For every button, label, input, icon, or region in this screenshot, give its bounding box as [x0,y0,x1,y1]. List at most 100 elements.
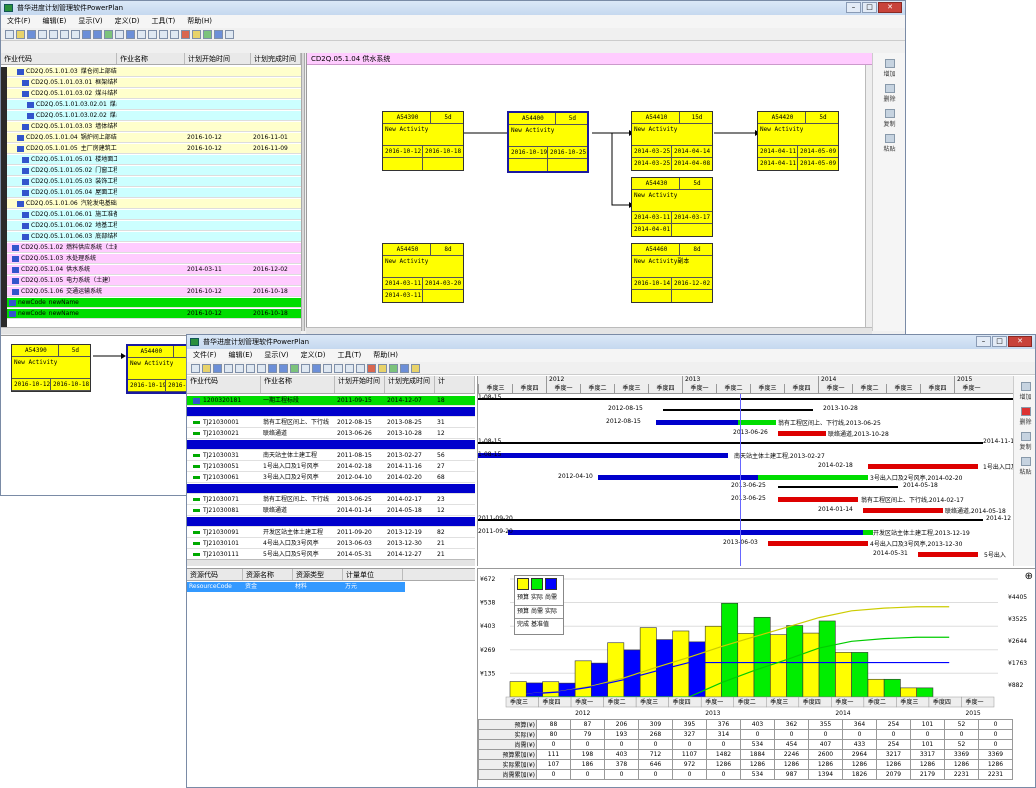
add-button[interactable]: 增加 [873,59,905,78]
critical-bar[interactable] [918,552,978,557]
print-icon[interactable] [38,29,47,39]
indent-icon[interactable] [82,29,91,39]
histogram-bar[interactable] [753,616,771,698]
wbs-row[interactable]: CD2Q.05.1.01.05.04 屋面工程 [7,188,301,198]
histogram-bar[interactable] [786,625,804,698]
activity-row[interactable]: TJ21030091 开发区站主体土建工程 2011-09-20 2013-12-19… [187,528,475,538]
activity-row[interactable]: TJ21030031 南天站主体土建工程 2011-08-15 2013-02-27 5… [187,451,475,461]
paste-button[interactable]: 粘贴 [873,134,905,153]
activity-row[interactable] [187,517,475,527]
menu-tools[interactable]: 工具(T) [152,15,176,28]
wbs-row[interactable]: CD2Q.05.1.01.05.02 门窗工程 [7,166,301,176]
res-col-name[interactable]: 资源名称 [243,569,293,580]
act-hscroll[interactable] [187,559,475,566]
resource-icon[interactable] [192,29,201,39]
activity-node[interactable]: A54390 5d New Activity 2016-10-12 2016-10-18 [382,111,464,171]
col-finish[interactable]: 计划完成时间 [385,376,435,393]
wbs-row[interactable]: CD2Q.05.1.06 交通运输系统 2016-10-12 2016-10-18 [7,287,301,297]
layout-icon[interactable] [400,363,409,373]
group-icon[interactable] [137,29,146,39]
activity-node[interactable]: A54400 5d New Activity 2016-10-192016-10-25 [507,111,589,173]
report-icon[interactable] [389,363,398,373]
filter-icon[interactable] [312,363,321,373]
histogram-bar[interactable] [639,627,657,698]
col-name[interactable]: 作业名称 [261,376,335,393]
menu-view[interactable]: 显示(V) [78,15,102,28]
network-icon[interactable] [115,29,124,39]
wbs-row[interactable]: CD2Q.05.1.01.03.02.02煤斗金属结构油漆 [7,111,301,121]
wbs-row[interactable]: CD2Q.05.1.01.05.01楼地面工程 [7,155,301,165]
wbs-row[interactable]: CD2Q.05.1.05 电力系统（土建） [7,276,301,286]
col-extra[interactable]: 计 [435,376,475,393]
histogram-bar[interactable] [802,632,820,698]
unlink-icon[interactable] [159,29,168,39]
menu-define[interactable]: 定义(D) [115,15,140,28]
col-code[interactable]: 作业代码 [187,376,261,393]
network-icon[interactable] [301,363,310,373]
new-icon[interactable] [191,363,200,373]
resource-icon[interactable] [378,363,387,373]
col-finish[interactable]: 计划完成时间 [251,53,301,64]
res-col-type[interactable]: 资源类型 [293,569,343,580]
res-col-unit[interactable]: 计量单位 [343,569,403,580]
menu-define[interactable]: 定义(D) [301,349,326,362]
histogram-bar[interactable] [721,602,739,698]
report-icon[interactable] [203,29,212,39]
histogram-bar[interactable] [688,641,706,698]
remaining-bar[interactable] [758,475,868,480]
paste-icon[interactable] [71,29,80,39]
histogram-bar[interactable] [672,630,690,698]
menu-edit[interactable]: 编辑(E) [43,15,67,28]
splitter[interactable] [301,53,305,331]
wbs-row[interactable]: CD2Q.05.1.03 水处理系统 [7,254,301,264]
gantt-icon[interactable] [290,363,299,373]
open-icon[interactable] [16,29,25,39]
save-icon[interactable] [213,363,222,373]
wbs-row[interactable]: CD2Q.05.1.01.06.03 底部结构 [7,232,301,242]
res-col-code[interactable]: 资源代码 [187,569,243,580]
col-start[interactable]: 计划开始时间 [335,376,385,393]
maximize-button[interactable]: □ [992,336,1007,347]
copy-icon[interactable] [60,29,69,39]
wbs-row[interactable]: CD2Q.05.1.01.04锅炉间上部结构 2016-10-12 2016-11-… [7,133,301,143]
wbs-row[interactable]: CD2Q.05.1.01.03.03 墙体结构 [7,122,301,132]
actual-bar[interactable] [598,475,758,480]
summary-bar[interactable] [663,409,813,411]
close-button[interactable]: ✕ [1008,336,1032,347]
histogram-bar[interactable] [542,681,560,698]
activity-row[interactable] [187,440,475,450]
filter-icon[interactable] [126,29,135,39]
wbs-row[interactable]: CD2Q.05.1.01.03.02 煤斗结构 [7,89,301,99]
histogram-bar[interactable] [835,652,852,698]
wbs-row[interactable]: CD2Q.05.1.01.03.01 框架结构 [7,78,301,88]
resource-row[interactable]: ResourceCode 资金 材料 万元 [187,582,405,592]
unlink-icon[interactable] [345,363,354,373]
remaining-bar[interactable] [738,420,776,425]
wbs-row[interactable]: newCode newName [7,298,301,308]
histogram-bar[interactable] [883,678,901,698]
wbs-row[interactable]: CD2Q.05.1.02燃料供应系统（土建） [7,243,301,253]
add-button[interactable]: 增加 [1014,382,1035,401]
group-icon[interactable] [323,363,332,373]
activity-node[interactable]: A54430 5d New Activity 2014-03-11 2014-03-17… [631,177,713,237]
link-icon[interactable] [148,29,157,39]
new-icon[interactable] [5,29,14,39]
calc-icon[interactable] [367,363,376,373]
histogram-bar[interactable] [607,642,625,698]
layout-icon[interactable] [214,29,223,39]
close-button[interactable]: ✕ [878,2,902,13]
copy-button[interactable]: 复制 [873,109,905,128]
remaining-bar[interactable] [863,530,873,535]
critical-bar[interactable] [778,431,826,436]
col-start[interactable]: 计划开始时间 [185,53,251,64]
critical-bar[interactable] [778,497,858,502]
print-icon[interactable] [224,363,233,373]
options-icon[interactable] [411,363,420,373]
activity-node[interactable]: A54410 15d New Activity 2014-03-25 2014-04-1… [631,111,713,171]
cut-icon[interactable] [49,29,58,39]
copy-button[interactable]: 复制 [1014,432,1035,451]
activity-node[interactable]: A54450 8d New Activity 2014-03-11 2014-03-20… [382,243,464,303]
histogram-bar[interactable] [867,678,885,698]
critical-bar[interactable] [868,464,978,469]
menu-tools[interactable]: 工具(T) [338,349,362,362]
